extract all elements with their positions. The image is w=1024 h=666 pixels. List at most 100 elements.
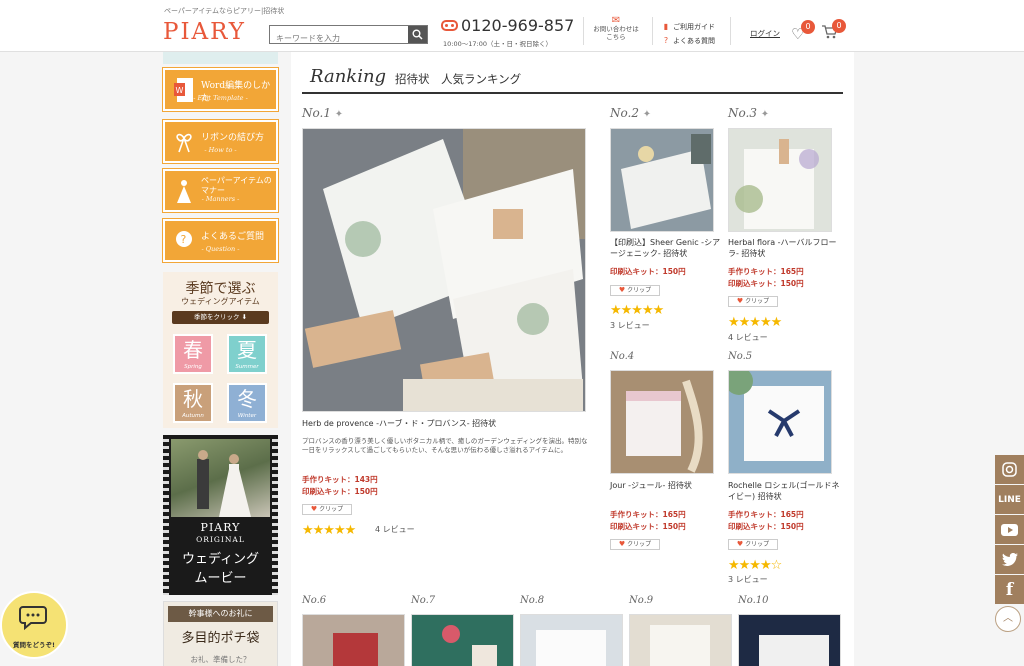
divider xyxy=(652,17,653,45)
sidebar-top-banner[interactable] xyxy=(163,52,278,64)
book-icon: ▮ xyxy=(663,22,669,31)
season-autumn-button[interactable]: 秋 Autumn xyxy=(173,383,213,423)
login-link[interactable]: ログイン xyxy=(750,28,780,39)
product-title-3[interactable]: Herbal flora -ハーバルフローラ- 招待状 xyxy=(728,237,844,259)
couple-photo xyxy=(171,439,270,517)
rank-number: No.6 xyxy=(302,595,327,606)
season-summer-button[interactable]: 夏 Summer xyxy=(227,334,267,374)
product-image-3[interactable] xyxy=(728,128,832,232)
clip-button-1[interactable]: ♥ クリップ xyxy=(302,504,352,515)
product-image-10[interactable] xyxy=(738,614,841,666)
product-image-8[interactable] xyxy=(520,614,623,666)
site-logo[interactable]: PIARY xyxy=(163,19,246,45)
season-click-label: 季節をクリック ⬇ xyxy=(172,311,269,324)
clip-button-5[interactable]: ♥ クリップ xyxy=(728,539,778,550)
product-image-2[interactable] xyxy=(610,128,714,232)
phone-block: 0120-969-857 10:00〜17:00（土・日・祝日除く） xyxy=(441,16,574,48)
search-box xyxy=(269,25,428,47)
faq-sidebar-button[interactable]: ? よくあるご質問 - Question - xyxy=(162,218,279,263)
chat-help-button[interactable]: 質問をどうぞ! xyxy=(0,591,68,659)
sparkle-icon: ✦ xyxy=(760,109,770,120)
product-title-4[interactable]: Jour -ジュール- 招待状 xyxy=(610,480,726,491)
phone-hours: 10:00〜17:00（土・日・祝日除く） xyxy=(443,40,552,48)
product-image-1[interactable] xyxy=(302,128,586,412)
instagram-icon[interactable] xyxy=(995,455,1024,484)
movie-title-line1: ウェディング xyxy=(181,552,260,567)
search-input[interactable] xyxy=(270,30,409,47)
season-selector: 季節で選ぶ ウェディングアイテム 季節をクリック ⬇ 春 Spring 夏 Summ… xyxy=(163,272,278,428)
rating-stars-1: ★★★★★ xyxy=(302,523,356,538)
price-handmade-4: 手作りキット：165円 xyxy=(610,510,686,519)
facebook-icon[interactable]: f xyxy=(995,575,1024,604)
word-template-button[interactable]: W Word編集のしかた - Edit Template - xyxy=(162,67,279,112)
youtube-icon[interactable] xyxy=(995,515,1024,544)
search-button[interactable] xyxy=(408,26,427,43)
product-image-6[interactable] xyxy=(302,614,405,666)
petit-bag-banner[interactable]: 幹事様へのお礼に 多目的ポチ袋 お礼、準備した？ xyxy=(163,601,278,666)
clip-button-2[interactable]: ♥ クリップ xyxy=(610,285,660,296)
chat-bubble-icon xyxy=(19,606,47,631)
price-printed-4: 印刷込キット：150円 xyxy=(610,522,686,531)
product-title-2[interactable]: 【印刷込】Sheer Genic -シアージェニック- 招待状 xyxy=(610,237,726,259)
contact-link[interactable]: ✉ お問い合わせは こちら xyxy=(591,15,641,42)
price-printed-3: 印刷込キット：150円 xyxy=(728,279,804,288)
price-printed-1: 印刷込キット：150円 xyxy=(302,487,378,496)
season-subtitle: ウェディングアイテム xyxy=(181,297,260,306)
product-image-4[interactable] xyxy=(610,370,714,474)
clip-button-3[interactable]: ♥ クリップ xyxy=(728,296,778,307)
heart-icon: ♥ xyxy=(310,505,318,513)
season-spring-button[interactable]: 春 Spring xyxy=(173,334,213,374)
review-count-2[interactable]: 3 レビュー xyxy=(610,320,650,331)
product-image-7[interactable] xyxy=(411,614,514,666)
faq-link[interactable]: ? よくある質問 xyxy=(662,34,715,48)
site-tagline: ペーパーアイテムならピアリー|招待状 xyxy=(164,7,285,15)
divider xyxy=(583,17,584,45)
product-image-9[interactable] xyxy=(629,614,732,666)
price-handmade-1: 手作りキット：143円 xyxy=(302,475,378,484)
ranking-header: Ranking 招待状 人気ランキング xyxy=(302,64,843,94)
heart-icon: ♥ xyxy=(618,286,626,294)
twitter-icon[interactable] xyxy=(995,545,1024,574)
search-icon xyxy=(412,29,423,40)
product-title-5[interactable]: Rochelle ロシェル(ゴールドネイビー) 招待状 xyxy=(728,480,844,502)
rank-number: No.8 xyxy=(520,595,545,606)
review-count-5[interactable]: 3 レビュー xyxy=(728,574,768,585)
mail-icon: ✉ xyxy=(611,15,621,26)
product-description-1: プロバンスの香り漂う美しく優しいボタニカル柄で、癒しのガーデンウェディングを演出… xyxy=(302,437,588,454)
heart-icon: ♥ xyxy=(736,540,744,548)
chat-label: 質問をどうぞ! xyxy=(13,641,55,649)
sparkle-icon: ✦ xyxy=(334,109,344,120)
price-printed-2: 印刷込キット：150円 xyxy=(610,267,686,276)
arrow-down-icon: ⬇ xyxy=(241,313,248,321)
contact-label: お問い合わせは こちら xyxy=(593,25,639,41)
product-title-1[interactable]: Herb de provence -ハーブ・ド・プロバンス- 招待状 xyxy=(302,418,586,429)
phone-number[interactable]: 0120-969-857 xyxy=(461,16,574,35)
rating-stars-5: ★★★★☆ xyxy=(728,558,782,573)
movie-brand: PIARY xyxy=(200,521,241,534)
ribbon-howto-button[interactable]: リボンの結び方 - How to - xyxy=(162,119,279,164)
freedial-icon xyxy=(441,20,458,31)
price-printed-5: 印刷込キット：150円 xyxy=(728,522,804,531)
rank-number: No.3 ✦ xyxy=(728,106,770,120)
movie-sub: ORIGINAL xyxy=(196,535,245,544)
rank-number: No.10 xyxy=(738,595,769,606)
movie-title-line2: ムービー xyxy=(194,571,247,586)
sparkle-icon: ✦ xyxy=(642,109,652,120)
price-handmade-5: 手作りキット：165円 xyxy=(728,510,804,519)
season-winter-button[interactable]: 冬 Winter xyxy=(227,383,267,423)
left-sidebar: W Word編集のしかた - Edit Template - リボンの結び方 -… xyxy=(162,52,279,666)
rank-number: No.5 xyxy=(728,351,753,362)
price-handmade-3: 手作りキット：165円 xyxy=(728,267,804,276)
wedding-movie-banner[interactable]: PIARY ORIGINAL ウェディング ムービー xyxy=(163,435,278,595)
main-content: Ranking 招待状 人気ランキング No.1 ✦ Herb de prove… xyxy=(291,52,854,666)
guide-link[interactable]: ▮ ご利用ガイド xyxy=(662,20,715,34)
line-icon[interactable]: LINE xyxy=(995,485,1024,514)
clip-button-4[interactable]: ♥ クリップ xyxy=(610,539,660,550)
heart-icon: ♥ xyxy=(618,540,626,548)
rank-number: No.2 ✦ xyxy=(610,106,652,120)
manners-button[interactable]: ペーパーアイテムのマナー - Manners - xyxy=(162,168,279,213)
review-count-1[interactable]: 4 レビュー xyxy=(375,524,415,535)
product-image-5[interactable] xyxy=(728,370,832,474)
review-count-3[interactable]: 4 レビュー xyxy=(728,332,768,343)
back-to-top-chevron-up-icon[interactable]: ︿ xyxy=(995,606,1021,632)
